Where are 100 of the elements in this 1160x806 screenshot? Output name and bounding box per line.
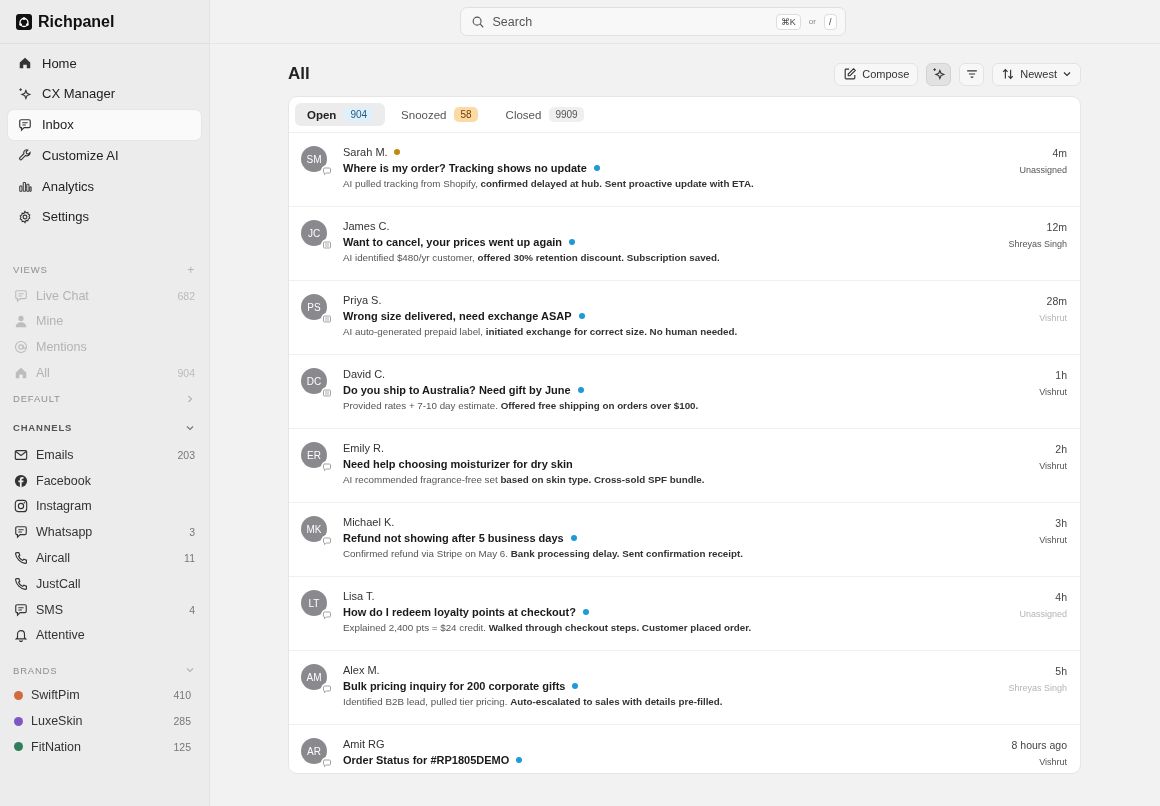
count-label: 11: [184, 552, 195, 565]
person-icon: [14, 314, 28, 329]
conversation-row[interactable]: ER Emily R. Need help choosing moisturizer for dry skin AI recommended fragrance-free set based on skin type. Cross-sold SPF bundle. 2h Vishrut: [289, 429, 1080, 503]
compose-button[interactable]: Compose: [834, 62, 919, 86]
avatar-initials: SM: [306, 153, 322, 165]
bar-chart-icon: [18, 179, 32, 194]
chat-bubble-icon: [321, 609, 333, 621]
filter-icon: [964, 67, 979, 81]
avatar-initials: ER: [307, 449, 321, 461]
conversation-row[interactable]: AR Amit RG Order Status for #RP1805DEMO 8 hours ago Vishrut: [289, 725, 1080, 773]
nav-item[interactable]: Analytics: [8, 171, 201, 202]
or-label: or: [808, 17, 816, 26]
filter-button[interactable]: [959, 62, 985, 86]
assignee-label: Unassigned: [1019, 609, 1067, 619]
conversation-subject: Want to cancel, your prices went up again: [343, 236, 563, 248]
edit-icon: [843, 67, 858, 81]
customer-name: James C.: [343, 220, 390, 232]
chat-bubble-icon: [14, 525, 28, 540]
channel-item[interactable]: SMS 4: [0, 596, 209, 623]
channel-item[interactable]: Emails 203: [0, 441, 209, 468]
chat-bubble-icon: [14, 602, 28, 617]
tab[interactable]: Closed 9909: [493, 103, 596, 126]
brand-item[interactable]: FitNation 125: [0, 733, 209, 760]
nav-item[interactable]: CX Manager: [8, 78, 201, 109]
wrench-icon: [18, 148, 32, 163]
channel-item[interactable]: Attentive: [0, 622, 209, 649]
message-preview: AI auto-generated prepaid label, initiated exchange for correct size. No human needed.: [343, 326, 739, 337]
conversation-row[interactable]: MK Michael K. Refund not showing after 5 business days Confirmed refund via Stripe on May 6. Bank processing delay. Sent confirmation receipt. 3h Vishrut: [289, 503, 1080, 577]
timestamp: 5h: [1055, 665, 1067, 677]
sort-button[interactable]: Newest: [992, 62, 1081, 86]
conversation-row[interactable]: AM Alex M. Bulk pricing inquiry for 200 corporate gifts Identified B2B lead, pulled tier pricing. Auto-escalated to sales with details pre-filled. 5h Shreyas Singh: [289, 651, 1080, 725]
instagram-icon: [14, 499, 28, 514]
assignee-label: Unassigned: [1019, 165, 1067, 175]
list-icon: [321, 239, 333, 251]
search-icon: [470, 14, 485, 29]
conversation-row[interactable]: LT Lisa T. How do I redeem loyalty points at checkout? Explained 2,400 pts = $24 credit. Walked through checkout steps. Customer placed order. 4h Unassigned: [289, 577, 1080, 651]
section-heading: BRANDS: [13, 664, 58, 676]
customer-name: David C.: [343, 368, 386, 380]
conversation-subject: Wrong size delivered, need exchange ASAP: [343, 310, 572, 322]
nav-item[interactable]: Inbox: [8, 109, 201, 140]
channel-item[interactable]: Instagram: [0, 493, 209, 520]
assignee-label: Vishrut: [1039, 313, 1067, 323]
list-icon: [321, 387, 333, 399]
brand-name: Richpanel: [38, 12, 115, 31]
count-label: 125: [173, 740, 191, 753]
chat-bubble-icon: [321, 683, 333, 695]
phone-icon: [14, 551, 28, 566]
shortcut-key: ⌘K: [775, 13, 801, 30]
section-heading: VIEWS: [13, 264, 48, 276]
count-label: 4: [189, 603, 195, 616]
count-badge: 9909: [549, 107, 584, 122]
sparkle-icon: [18, 86, 32, 101]
message-preview: Identified B2B lead, pulled tier pricing. Auto-escalated to sales with details pre-filled.: [343, 696, 724, 707]
timestamp: 3h: [1055, 517, 1067, 529]
facebook-icon: [14, 473, 28, 488]
nav-item[interactable]: Home: [8, 48, 201, 78]
list-icon: [321, 313, 333, 325]
tab[interactable]: Open 904: [295, 103, 386, 126]
channel-item[interactable]: JustCall: [0, 570, 209, 597]
count-label: 410: [173, 689, 191, 702]
chat-bubble-icon: [321, 535, 333, 547]
conversation-row[interactable]: PS Priya S. Wrong size delivered, need exchange ASAP AI auto-generated prepaid label, initiated exchange for correct size. No human needed. 28m Vishrut: [289, 281, 1080, 355]
message-preview: AI identified $480/yr customer, offered 30% retention discount. Subscription saved.: [343, 252, 721, 263]
section-heading: CHANNELS: [13, 422, 73, 434]
customer-name: Michael K.: [343, 516, 395, 528]
customer-name: Lisa T.: [343, 590, 375, 602]
message-preview: Explained 2,400 pts = $24 credit. Walked through checkout steps. Customer placed order.: [343, 622, 753, 633]
timestamp: 28m: [1046, 295, 1067, 307]
conversation-row[interactable]: SM Sarah M. Where is my order? Tracking shows no update AI pulled tracking from Shopify, confirmed delayed at hub. Sent proactive update with ETA. 4m Unassigned: [289, 133, 1080, 207]
section-heading: DEFAULT: [13, 393, 61, 405]
channel-item[interactable]: Whatsapp 3: [0, 519, 209, 546]
ai-toggle-button[interactable]: [926, 62, 952, 86]
page-title: All: [288, 64, 311, 84]
avatar-initials: PS: [307, 301, 321, 313]
conversation-subject: Bulk pricing inquiry for 200 corporate gifts: [343, 680, 566, 692]
count-label: 203: [177, 448, 195, 461]
phone-icon: [14, 576, 28, 591]
count-badge: 904: [344, 107, 374, 122]
brand-item[interactable]: LuxeSkin 285: [0, 708, 209, 734]
brand-item[interactable]: SwiftPim 410: [0, 682, 209, 709]
channel-item[interactable]: Facebook: [0, 467, 209, 494]
timestamp: 8 hours ago: [1011, 739, 1067, 751]
conversation-row[interactable]: JC James C. Want to cancel, your prices went up again AI identified $480/yr customer, offered 30% retention discount. Subscription saved. 12m Shreyas Singh: [289, 207, 1080, 281]
timestamp: 12m: [1046, 221, 1067, 233]
nav-item[interactable]: Customize AI: [8, 140, 201, 171]
home-icon: [14, 366, 28, 381]
tab[interactable]: Snoozed 58: [389, 103, 490, 126]
nav-item[interactable]: Settings: [8, 202, 201, 232]
timestamp: 2h: [1055, 443, 1067, 455]
conversation-subject: Refund not showing after 5 business days: [343, 532, 564, 544]
customer-name: Emily R.: [343, 442, 384, 454]
chat-bubble-icon: [321, 165, 333, 177]
conversation-subject: Order Status for #RP1805DEMO: [343, 754, 510, 766]
channel-item[interactable]: Aircall 11: [0, 545, 209, 571]
chat-bubble-icon: [321, 461, 333, 473]
settings-icon: [18, 210, 32, 224]
timestamp: 4m: [1052, 147, 1067, 159]
search-input[interactable]: Search: [492, 14, 768, 29]
conversation-row[interactable]: DC David C. Do you ship to Australia? Need gift by June Provided rates + 7-10 day estimate. Offered free shipping on orders over $100. 1h Vishrut: [289, 355, 1080, 429]
search-field[interactable]: Search ⌘K or /: [459, 7, 846, 36]
